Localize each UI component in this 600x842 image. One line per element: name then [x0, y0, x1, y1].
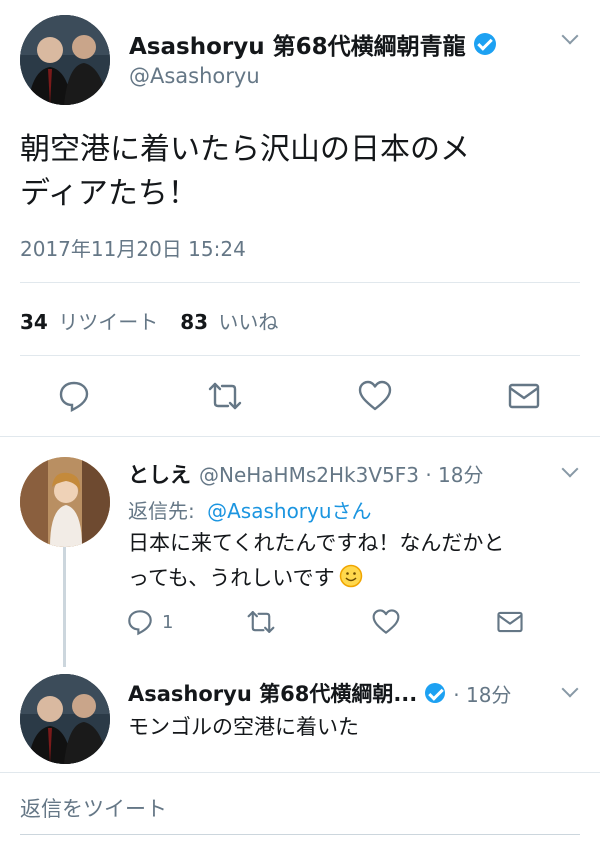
retweet-icon: [247, 611, 275, 633]
divider: [20, 282, 580, 283]
chevron-down-icon[interactable]: [561, 680, 579, 698]
reply-to-prefix: 返信先:: [128, 499, 195, 523]
reply-button[interactable]: 1: [126, 607, 186, 637]
reply-header: Asashoryu 第68代横綱朝... · 18分: [128, 678, 511, 708]
like-label: いいね: [218, 310, 279, 334]
retweet-stat[interactable]: 34 リツイート: [20, 306, 158, 335]
author-display-name[interactable]: Asashoryu 第68代横綱朝青龍: [129, 27, 466, 61]
section-divider: [0, 772, 600, 773]
stats-row: 34 リツイート 83 いいね: [20, 306, 278, 335]
reply-time[interactable]: · 18分: [453, 679, 511, 708]
reply-count: 1: [162, 611, 174, 633]
tweet-text-line-2: ディアたち！: [20, 176, 198, 211]
avatar[interactable]: [20, 674, 110, 764]
reply-text: モンゴルの空港に着いた: [128, 715, 359, 739]
retweet-icon: [208, 382, 242, 410]
compose-underline: [20, 834, 580, 835]
like-stat[interactable]: 83 いいね: [180, 306, 278, 335]
like-count: 83: [180, 310, 209, 334]
author-handle[interactable]: @Asashoryu: [129, 64, 260, 88]
retweet-label: リツイート: [58, 310, 159, 334]
avatar[interactable]: [20, 457, 110, 547]
reply-text-line-2-row: っても、うれしいです: [128, 561, 588, 599]
retweet-button[interactable]: [244, 607, 278, 637]
tweet-text: 朝空港に着いたら沢山の日本のメ ディアたち！: [20, 128, 590, 216]
reply-text-line-1: 日本に来てくれたんですね！なんだかと: [128, 531, 505, 555]
author-name-row: Asashoryu 第68代横綱朝青龍: [129, 27, 496, 61]
reply-header: としえ @NeHaHMs2Hk3V5F3 · 18分: [128, 459, 484, 489]
chevron-down-icon[interactable]: [561, 27, 579, 45]
reply-handle-time[interactable]: @NeHaHMs2Hk3V5F3 · 18分: [199, 459, 484, 488]
reply-text: 日本に来てくれたんですね！なんだかと っても、うれしいです: [128, 526, 588, 599]
envelope-icon: [508, 383, 540, 409]
message-button[interactable]: [506, 380, 542, 412]
heart-icon: [358, 380, 392, 411]
thread-connector: [63, 547, 66, 667]
like-button[interactable]: [370, 607, 402, 637]
tweet-text-line-1: 朝空港に着いたら沢山の日本のメ: [20, 132, 470, 167]
reply-author-name[interactable]: Asashoryu 第68代横綱朝...: [128, 678, 417, 708]
avatar[interactable]: [20, 15, 110, 105]
reply-to-line: 返信先: @Asashoryuさん: [128, 495, 372, 524]
like-button[interactable]: [356, 378, 394, 414]
retweet-count: 34: [20, 310, 48, 334]
verified-icon: [425, 683, 446, 703]
retweet-button[interactable]: [205, 378, 245, 414]
tweet-timestamp[interactable]: 2017年11月20日 15:24: [20, 233, 246, 262]
divider: [20, 355, 580, 356]
chevron-down-icon[interactable]: [561, 460, 579, 478]
heart-icon: [372, 609, 400, 634]
envelope-icon: [497, 611, 523, 633]
reply-icon: [59, 381, 89, 412]
message-button[interactable]: [495, 609, 525, 635]
reply-to-handle[interactable]: @Asashoryuさん: [207, 499, 371, 523]
verified-icon: [473, 33, 496, 55]
reply-text-line-2: っても、うれしいです: [128, 566, 335, 590]
reply-icon: [128, 610, 152, 636]
reply-author-name[interactable]: としえ: [128, 459, 191, 489]
section-divider: [0, 436, 600, 437]
smiley-icon: [339, 564, 363, 599]
reply-button[interactable]: [56, 378, 92, 414]
reply-compose-input[interactable]: 返信をツイート: [20, 793, 167, 823]
